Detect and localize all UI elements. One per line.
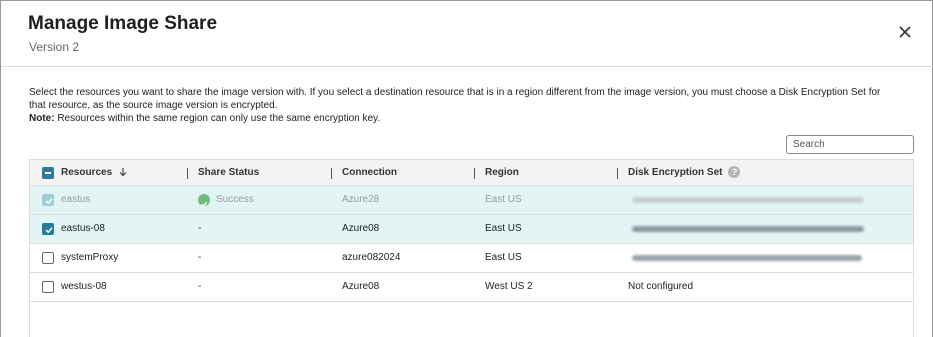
column-divider[interactable] [617,168,618,179]
search-input[interactable] [786,135,914,154]
region-name: East US [485,194,522,205]
select-all-checkbox[interactable] [42,167,54,179]
row-checkbox[interactable] [42,223,54,235]
column-header-resources[interactable]: Resources [61,160,128,186]
resources-table: Resources Share Status Connection Region… [29,159,914,337]
region-name: East US [485,252,522,263]
row-checkbox [42,194,54,206]
help-icon[interactable]: ? [728,166,741,179]
resource-name: eastus [61,194,91,205]
region-name: West US 2 [485,281,533,292]
dialog-header: Manage Image Share Version 2 [1,1,933,67]
status-text: Success [216,194,254,205]
close-icon [899,26,911,38]
connection-name: Azure28 [342,194,380,205]
dialog-title: Manage Image Share [28,13,218,34]
resource-name: systemProxy [61,252,119,263]
note-text: Resources within the same region can onl… [54,113,381,124]
table-row[interactable]: eastus-08 - Azure08 East US [30,215,913,244]
table-row[interactable]: eastus Success Azure28 East US [30,186,913,215]
region-name: East US [485,223,522,234]
column-header-connection[interactable]: Connection [342,160,397,186]
connection-name: Azure08 [342,223,380,234]
share-status: - [198,281,202,292]
dialog: Manage Image Share Version 2 Select the … [0,0,933,337]
column-disk-encryption-label: Disk Encryption Set [628,167,723,178]
share-status: - [198,223,202,234]
column-divider[interactable] [474,168,475,179]
intro-description: Select the resources you want to share t… [29,87,881,111]
column-resources-label: Resources [61,167,113,178]
redacted-encryption-set[interactable] [632,255,862,261]
connection-name: azure082024 [342,252,401,263]
sort-arrow-icon [119,168,127,177]
row-checkbox[interactable] [42,281,54,293]
table-row[interactable]: westus-08 - Azure08 West US 2 Not config… [30,273,913,302]
checkmark-icon [45,227,53,234]
note-label: Note: [29,113,55,124]
share-status: - [198,252,202,263]
column-header-disk-encryption-set[interactable]: Disk Encryption Set? [628,160,741,186]
resource-name: eastus-08 [61,223,105,234]
share-status: Success [198,186,254,214]
redacted-encryption-set [632,197,864,203]
dialog-subtitle: Version 2 [29,40,80,54]
close-button[interactable] [894,21,916,43]
redacted-encryption-set[interactable] [632,226,864,232]
column-divider[interactable] [331,168,332,179]
connection-name: Azure08 [342,281,380,292]
checkmark-icon [45,198,53,205]
success-icon [198,194,210,207]
column-divider[interactable] [187,168,188,179]
resource-name: westus-08 [61,281,107,292]
intro-text: Select the resources you want to share t… [29,86,899,125]
column-header-share-status[interactable]: Share Status [198,160,259,186]
table-row[interactable]: systemProxy - azure082024 East US [30,244,913,273]
disk-encryption-set[interactable]: Not configured [628,273,693,301]
table-header: Resources Share Status Connection Region… [30,160,913,186]
column-header-region[interactable]: Region [485,160,519,186]
row-checkbox[interactable] [42,252,54,264]
